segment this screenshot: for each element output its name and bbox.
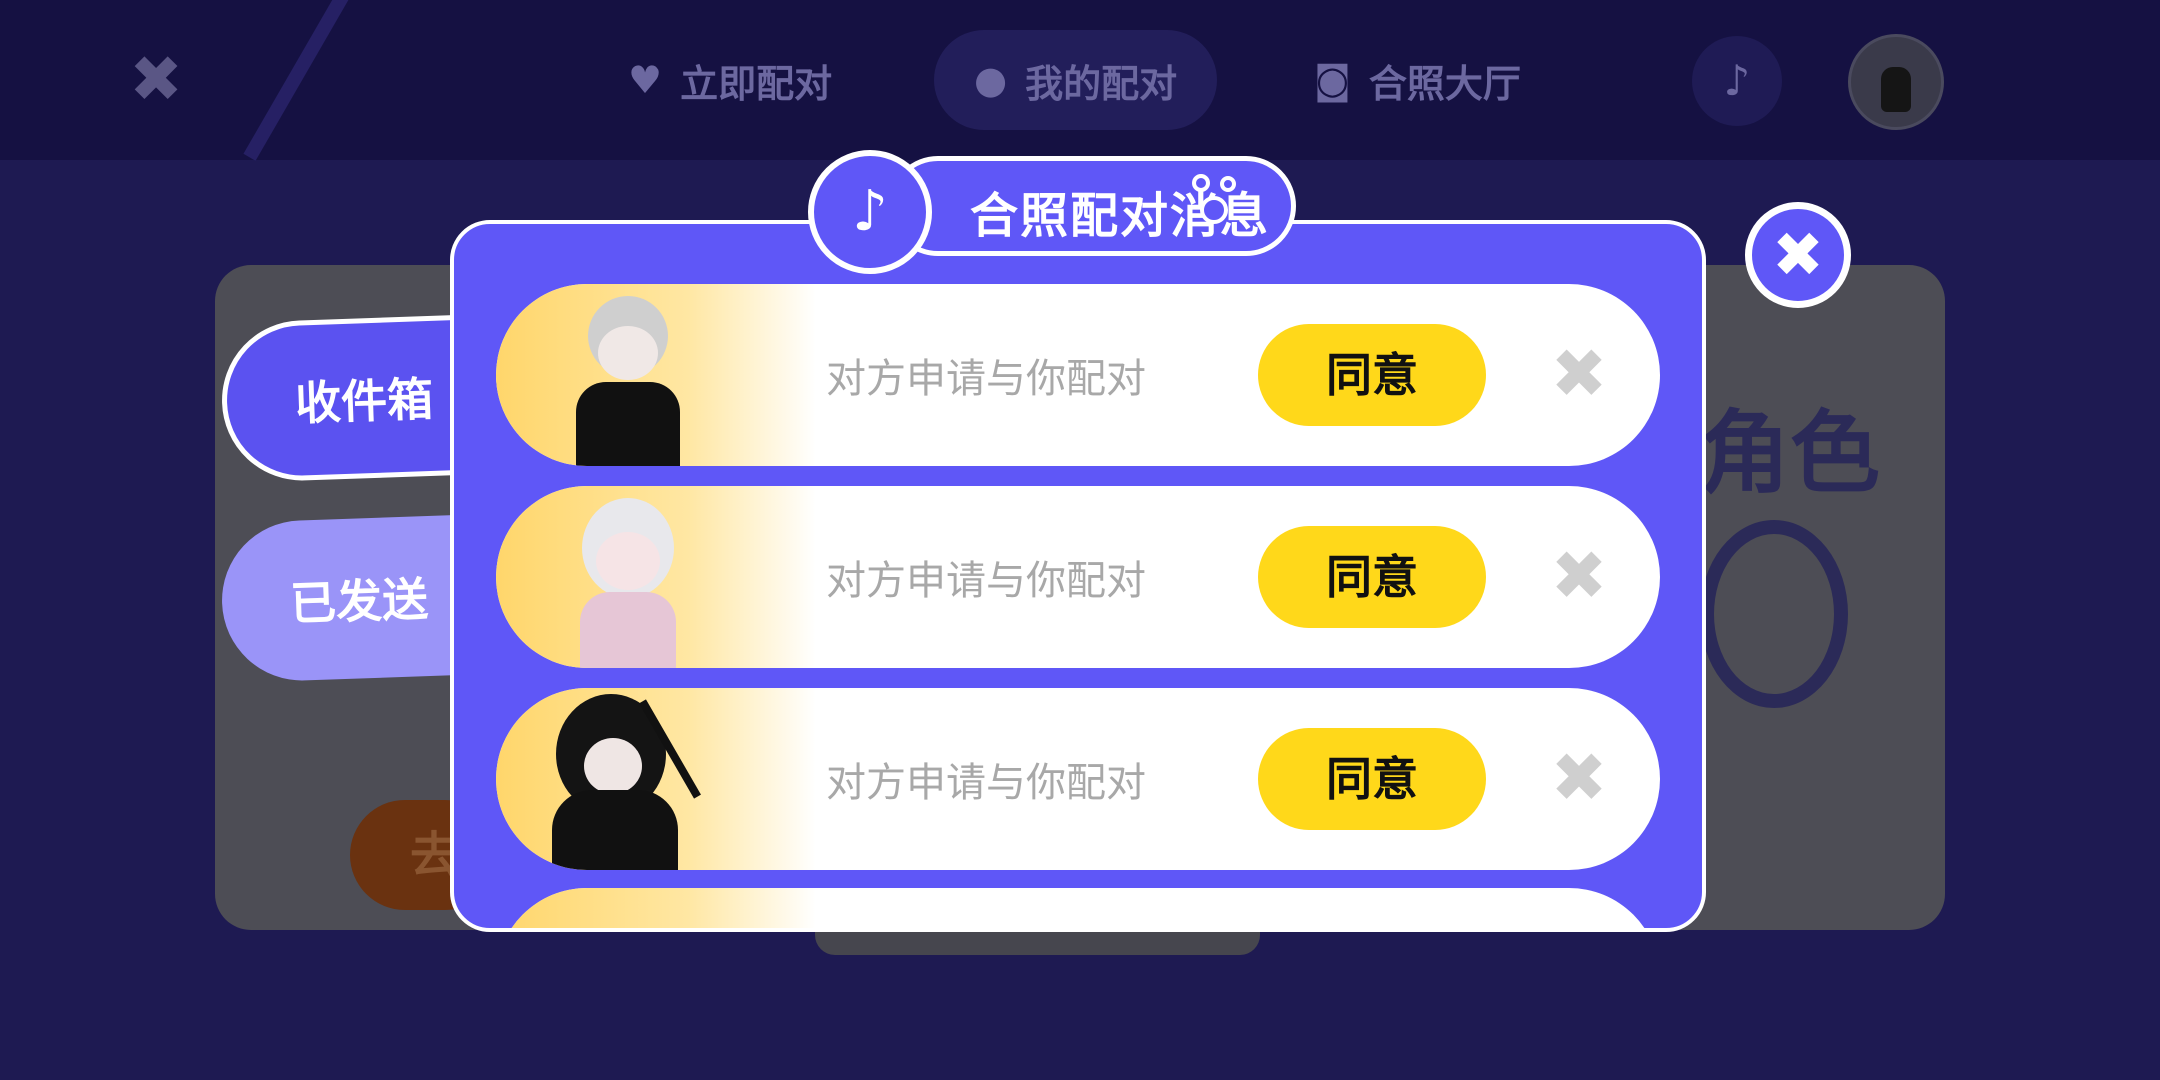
tab-photo-hall-label: 合照大厅 bbox=[1368, 61, 1521, 106]
reject-icon[interactable]: ✖ bbox=[1546, 745, 1612, 813]
bell-icon: ♪ bbox=[808, 150, 932, 274]
request-row: 对方申请与你配对 同意 ✖ bbox=[496, 688, 1660, 870]
notifications-bell-icon[interactable]: ♪ bbox=[1692, 36, 1782, 126]
request-message: 对方申请与你配对 bbox=[826, 760, 1146, 806]
request-message: 对方申请与你配对 bbox=[826, 356, 1146, 402]
agree-button[interactable]: 同意 bbox=[1258, 324, 1486, 426]
character-avatar-image bbox=[556, 290, 696, 466]
decor-dot bbox=[1200, 196, 1228, 224]
avatar[interactable] bbox=[1848, 34, 1944, 130]
modal-header: ♪ 合照配对消息 bbox=[808, 150, 1308, 274]
tab-match-now-label: 立即配对 bbox=[680, 61, 833, 106]
character-avatar-image bbox=[556, 492, 696, 668]
request-row: 对方申请与你配对 同意 ✖ bbox=[496, 284, 1660, 466]
hearts-icon: ♥ bbox=[628, 58, 663, 102]
reject-icon[interactable]: ✖ bbox=[1546, 341, 1612, 409]
match-message-modal: 对方申请与你配对 同意 ✖ 对方申请与你配对 同意 ✖ 对方申请与你配对 同意 … bbox=[450, 220, 1706, 932]
reject-icon[interactable]: ✖ bbox=[1546, 543, 1612, 611]
background-decoration bbox=[1700, 520, 1848, 708]
tab-my-matches[interactable]: ● 我的配对 bbox=[934, 30, 1218, 130]
decor-dot bbox=[1192, 174, 1210, 192]
avatar-figure bbox=[1881, 67, 1911, 112]
character-avatar-image bbox=[526, 694, 726, 870]
exit-icon[interactable]: ✖ bbox=[128, 48, 184, 112]
agree-button[interactable]: 同意 bbox=[1258, 526, 1486, 628]
tab-my-matches-label: 我的配对 bbox=[1025, 61, 1178, 106]
request-row-partial bbox=[496, 888, 1660, 928]
decor-dot bbox=[1220, 176, 1236, 192]
person-icon: ● bbox=[974, 58, 1008, 102]
agree-button[interactable]: 同意 bbox=[1258, 728, 1486, 830]
tab-match-now[interactable]: ♥ 立即配对 bbox=[628, 30, 832, 130]
request-message: 对方申请与你配对 bbox=[826, 558, 1146, 604]
request-row: 对方申请与你配对 同意 ✖ bbox=[496, 486, 1660, 668]
background-role-text: 角色 bbox=[1700, 401, 1880, 506]
row-gradient bbox=[496, 888, 816, 928]
close-modal-icon[interactable]: ✖ bbox=[1745, 202, 1851, 308]
tab-photo-hall[interactable]: ◙ 合照大厅 bbox=[1314, 30, 1521, 130]
camera-icon: ◙ bbox=[1314, 58, 1351, 102]
